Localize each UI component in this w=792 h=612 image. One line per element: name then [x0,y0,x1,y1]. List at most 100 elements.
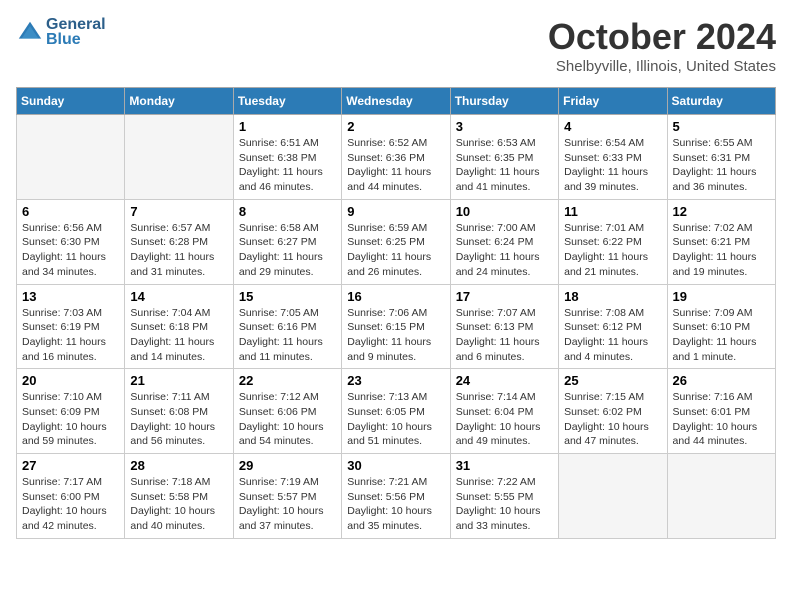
day-number: 3 [456,119,553,134]
month-title: October 2024 [548,16,776,58]
day-number: 10 [456,204,553,219]
day-detail: Sunrise: 7:04 AM Sunset: 6:18 PM Dayligh… [130,306,227,365]
day-number: 22 [239,373,336,388]
day-detail: Sunrise: 6:57 AM Sunset: 6:28 PM Dayligh… [130,221,227,280]
day-detail: Sunrise: 7:19 AM Sunset: 5:57 PM Dayligh… [239,475,336,534]
day-detail: Sunrise: 7:02 AM Sunset: 6:21 PM Dayligh… [673,221,770,280]
calendar-table: SundayMondayTuesdayWednesdayThursdayFrid… [16,87,776,539]
day-detail: Sunrise: 7:17 AM Sunset: 6:00 PM Dayligh… [22,475,119,534]
col-header-saturday: Saturday [667,88,775,115]
day-number: 21 [130,373,227,388]
day-number: 19 [673,289,770,304]
day-detail: Sunrise: 7:14 AM Sunset: 6:04 PM Dayligh… [456,390,553,449]
day-cell: 1 Sunrise: 6:51 AM Sunset: 6:38 PM Daylig… [233,115,341,200]
day-number: 15 [239,289,336,304]
day-cell: 24Sunrise: 7:14 AM Sunset: 6:04 PM Dayli… [450,369,558,454]
day-number: 29 [239,458,336,473]
day-cell: 22 Sunrise: 7:12 AM Sunset: 6:06 PM Dayli… [233,369,341,454]
day-cell: 28 Sunrise: 7:18 AM Sunset: 5:58 PM Dayli… [125,454,233,539]
day-detail: Sunrise: 7:05 AM Sunset: 6:16 PM Dayligh… [239,306,336,365]
day-cell: 29 Sunrise: 7:19 AM Sunset: 5:57 PM Dayli… [233,454,341,539]
day-cell: 13Sunrise: 7:03 AM Sunset: 6:19 PM Dayli… [17,284,125,369]
col-header-wednesday: Wednesday [342,88,450,115]
day-cell: 27Sunrise: 7:17 AM Sunset: 6:00 PM Dayli… [17,454,125,539]
day-detail: Sunrise: 7:18 AM Sunset: 5:58 PM Dayligh… [130,475,227,534]
day-number: 20 [22,373,119,388]
col-header-friday: Friday [559,88,667,115]
day-detail: Sunrise: 7:13 AM Sunset: 6:05 PM Dayligh… [347,390,444,449]
day-cell: 5 Sunrise: 6:55 AM Sunset: 6:31 PM Daylig… [667,115,775,200]
day-number: 13 [22,289,119,304]
day-number: 28 [130,458,227,473]
location: Shelbyville, Illinois, United States [548,58,776,75]
day-number: 14 [130,289,227,304]
logo-text: General Blue [46,16,106,49]
day-number: 6 [22,204,119,219]
day-number: 8 [239,204,336,219]
day-number: 17 [456,289,553,304]
day-cell: 16 Sunrise: 7:06 AM Sunset: 6:15 PM Dayli… [342,284,450,369]
day-number: 25 [564,373,661,388]
day-number: 23 [347,373,444,388]
day-detail: Sunrise: 6:58 AM Sunset: 6:27 PM Dayligh… [239,221,336,280]
day-cell: 19 Sunrise: 7:09 AM Sunset: 6:10 PM Dayli… [667,284,775,369]
day-detail: Sunrise: 7:07 AM Sunset: 6:13 PM Dayligh… [456,306,553,365]
day-detail: Sunrise: 6:54 AM Sunset: 6:33 PM Dayligh… [564,136,661,195]
day-detail: Sunrise: 6:52 AM Sunset: 6:36 PM Dayligh… [347,136,444,195]
day-detail: Sunrise: 7:12 AM Sunset: 6:06 PM Dayligh… [239,390,336,449]
day-detail: Sunrise: 7:16 AM Sunset: 6:01 PM Dayligh… [673,390,770,449]
day-cell [559,454,667,539]
logo: General Blue [16,16,106,49]
day-cell: 9Sunrise: 6:59 AM Sunset: 6:25 PM Daylig… [342,199,450,284]
day-number: 11 [564,204,661,219]
day-detail: Sunrise: 6:55 AM Sunset: 6:31 PM Dayligh… [673,136,770,195]
day-cell: 8 Sunrise: 6:58 AM Sunset: 6:27 PM Daylig… [233,199,341,284]
day-number: 5 [673,119,770,134]
day-detail: Sunrise: 6:53 AM Sunset: 6:35 PM Dayligh… [456,136,553,195]
day-number: 7 [130,204,227,219]
day-detail: Sunrise: 7:09 AM Sunset: 6:10 PM Dayligh… [673,306,770,365]
day-number: 16 [347,289,444,304]
day-number: 26 [673,373,770,388]
col-header-sunday: Sunday [17,88,125,115]
week-row-2: 6 Sunrise: 6:56 AM Sunset: 6:30 PM Daylig… [17,199,776,284]
page-header: General Blue October 2024 Shelbyville, I… [16,16,776,75]
day-detail: Sunrise: 7:22 AM Sunset: 5:55 PM Dayligh… [456,475,553,534]
day-cell: 31 Sunrise: 7:22 AM Sunset: 5:55 PM Dayli… [450,454,558,539]
day-cell: 11 Sunrise: 7:01 AM Sunset: 6:22 PM Dayli… [559,199,667,284]
day-number: 2 [347,119,444,134]
day-number: 1 [239,119,336,134]
day-number: 31 [456,458,553,473]
logo-icon [16,19,44,47]
week-row-4: 20 Sunrise: 7:10 AM Sunset: 6:09 PM Dayli… [17,369,776,454]
day-cell: 26 Sunrise: 7:16 AM Sunset: 6:01 PM Dayli… [667,369,775,454]
col-header-tuesday: Tuesday [233,88,341,115]
day-detail: Sunrise: 6:59 AM Sunset: 6:25 PM Dayligh… [347,221,444,280]
day-detail: Sunrise: 7:01 AM Sunset: 6:22 PM Dayligh… [564,221,661,280]
week-row-5: 27Sunrise: 7:17 AM Sunset: 6:00 PM Dayli… [17,454,776,539]
day-cell: 12Sunrise: 7:02 AM Sunset: 6:21 PM Dayli… [667,199,775,284]
day-number: 18 [564,289,661,304]
day-cell: 10Sunrise: 7:00 AM Sunset: 6:24 PM Dayli… [450,199,558,284]
day-detail: Sunrise: 7:06 AM Sunset: 6:15 PM Dayligh… [347,306,444,365]
week-row-3: 13Sunrise: 7:03 AM Sunset: 6:19 PM Dayli… [17,284,776,369]
day-detail: Sunrise: 7:10 AM Sunset: 6:09 PM Dayligh… [22,390,119,449]
day-cell: 14 Sunrise: 7:04 AM Sunset: 6:18 PM Dayli… [125,284,233,369]
calendar-header-row: SundayMondayTuesdayWednesdayThursdayFrid… [17,88,776,115]
day-number: 30 [347,458,444,473]
day-number: 4 [564,119,661,134]
day-detail: Sunrise: 7:08 AM Sunset: 6:12 PM Dayligh… [564,306,661,365]
day-cell: 15 Sunrise: 7:05 AM Sunset: 6:16 PM Dayli… [233,284,341,369]
day-cell: 23 Sunrise: 7:13 AM Sunset: 6:05 PM Dayli… [342,369,450,454]
day-detail: Sunrise: 6:51 AM Sunset: 6:38 PM Dayligh… [239,136,336,195]
col-header-monday: Monday [125,88,233,115]
day-cell: 25Sunrise: 7:15 AM Sunset: 6:02 PM Dayli… [559,369,667,454]
day-cell [17,115,125,200]
day-cell: 20 Sunrise: 7:10 AM Sunset: 6:09 PM Dayli… [17,369,125,454]
week-row-1: 1 Sunrise: 6:51 AM Sunset: 6:38 PM Daylig… [17,115,776,200]
day-cell: 30 Sunrise: 7:21 AM Sunset: 5:56 PM Dayli… [342,454,450,539]
day-detail: Sunrise: 7:21 AM Sunset: 5:56 PM Dayligh… [347,475,444,534]
day-cell: 2 Sunrise: 6:52 AM Sunset: 6:36 PM Daylig… [342,115,450,200]
col-header-thursday: Thursday [450,88,558,115]
day-detail: Sunrise: 6:56 AM Sunset: 6:30 PM Dayligh… [22,221,119,280]
